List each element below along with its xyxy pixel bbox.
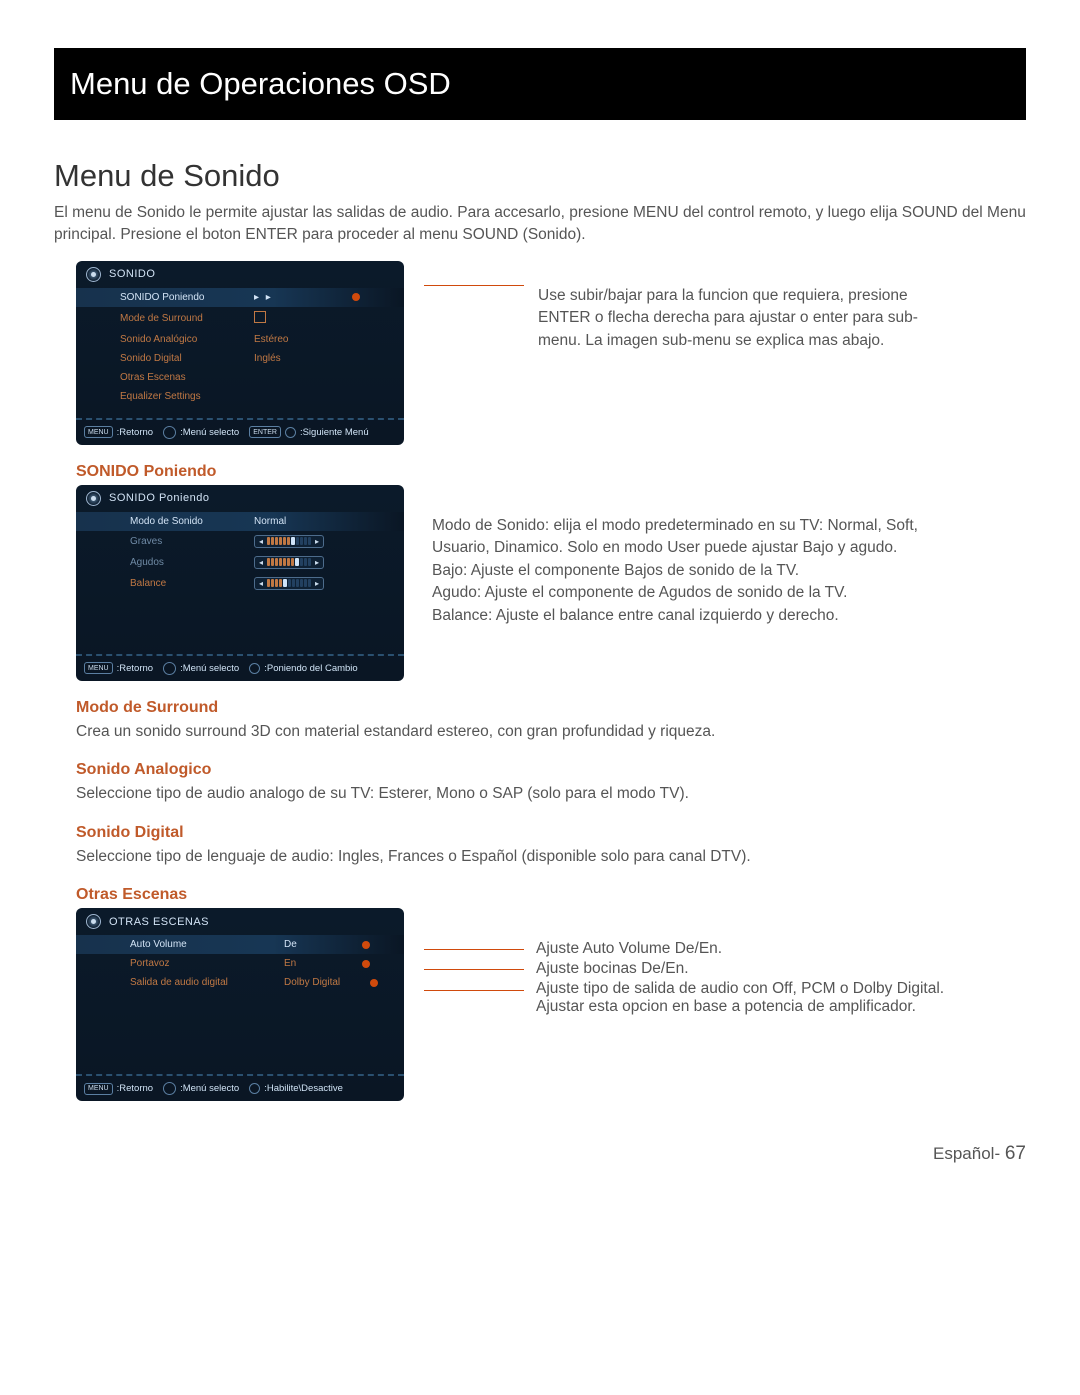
heading-poniendo: SONIDO Poniendo [76,463,1026,481]
menu-item-portavoz[interactable]: Portavoz En [76,954,404,973]
menu-item-digital[interactable]: Sonido Digital Inglés [76,349,404,368]
desc-surround: Crea un sonido surround 3D con material … [76,721,1026,743]
callout-dot [362,960,370,968]
panel-title: OTRAS ESCENAS [109,916,209,928]
speaker-icon [86,491,101,506]
slider-right-cap-icon: ▸ [313,579,321,588]
leftright-icon [249,663,260,674]
menu-item-salida-digital[interactable]: Salida de audio digital Dolby Digital [76,973,404,992]
panel-title: SONIDO Poniendo [109,492,209,504]
menu-item-auto-volume[interactable]: Auto Volume De [76,935,404,954]
osd-panel-header: OTRAS ESCENAS [76,908,404,935]
desc-digital: Seleccione tipo de lenguaje de audio: In… [76,846,1026,868]
menu-item-agudos[interactable]: Agudos ◂ ▸ [76,552,404,573]
page-title-band: Menu de Operaciones OSD [54,48,1026,120]
section-heading-main: Menu de Sonido [54,158,1026,194]
page-footer: Español- 67 [54,1143,1026,1165]
menu-pill-icon: MENU [84,1083,113,1095]
menu-pill-icon: MENU [84,662,113,674]
slider-balance[interactable]: ◂ ▸ [254,577,324,590]
callout-line [424,990,524,991]
menu-item-analogico[interactable]: Sonido Analógico Estéreo [76,330,404,349]
menu-item-modo-sonido[interactable]: Modo de Sonido Normal [76,512,404,531]
callout-dot [352,293,360,301]
panel2-note: Modo de Sonido: elija el modo predetermi… [432,515,952,627]
menu-item-surround[interactable]: Mode de Surround [76,307,404,330]
slider-right-cap-icon: ▸ [313,558,321,567]
slider-left-cap-icon: ◂ [257,579,265,588]
osd-panel-poniendo: SONIDO Poniendo Modo de Sonido Normal Gr… [76,485,404,681]
menu-pill-icon: MENU [84,426,113,438]
osd-panel-sonido: SONIDO SONIDO Poniendo ▸ ▸ Mode de Surro… [76,261,404,445]
heading-analogico: Sonido Analogico [76,761,1026,779]
footer-lang: Español- [933,1144,1000,1163]
slider-left-cap-icon: ◂ [257,537,265,546]
page-number: 67 [1005,1143,1026,1164]
speaker-icon [86,267,101,282]
enter-pill-icon: ENTER [249,426,281,438]
menu-item-graves[interactable]: Graves ◂ ▸ [76,531,404,552]
callout-dot [362,941,370,949]
callout-portavoz: Ajuste bocinas De/En. [536,960,689,978]
menu-item-balance[interactable]: Balance ◂ ▸ [76,573,404,594]
menu-item-sonido-poniendo[interactable]: SONIDO Poniendo ▸ ▸ [76,288,404,307]
right-arrow-icon [285,427,296,438]
callout-line [424,969,524,970]
callout-line [424,949,524,950]
panel-footer: MENU:Retorno :Menú selecto :Habilite\Des… [76,1074,404,1101]
osd-panel-header: SONIDO [76,261,404,288]
page-title: Menu de Operaciones OSD [70,66,451,101]
slider-agudos[interactable]: ◂ ▸ [254,556,324,569]
updown-icon [163,662,176,675]
panel-footer: MENU:Retorno :Menú selecto ENTER:Siguien… [76,418,404,445]
slider-left-cap-icon: ◂ [257,558,265,567]
panel1-note: Use subir/bajar para la funcion que requ… [538,285,958,352]
callout-dot [370,979,378,987]
osd-panel-otras: OTRAS ESCENAS Auto Volume De Portavoz En… [76,908,404,1101]
menu-item-equalizer[interactable]: Equalizer Settings [76,387,404,406]
panel-footer: MENU:Retorno :Menú selecto :Poniendo del… [76,654,404,681]
updown-icon [163,426,176,439]
panel-title: SONIDO [109,268,155,280]
osd-panel-header: SONIDO Poniendo [76,485,404,512]
slider-graves[interactable]: ◂ ▸ [254,535,324,548]
callout-line [424,285,524,286]
heading-surround: Modo de Surround [76,699,1026,717]
leftright-icon [249,1083,260,1094]
intro-paragraph: El menu de Sonido le permite ajustar las… [54,202,1026,247]
callout-salida-2: Ajustar esta opcion en base a potencia d… [536,998,944,1016]
heading-otras: Otras Escenas [76,886,1026,904]
updown-icon [163,1082,176,1095]
callout-autovolume: Ajuste Auto Volume De/En. [536,940,722,958]
slider-right-cap-icon: ▸ [313,537,321,546]
speaker-icon [86,914,101,929]
desc-analogico: Seleccione tipo de audio analogo de su T… [76,783,1026,805]
callout-salida-1: Ajuste tipo de salida de audio con Off, … [536,980,944,998]
menu-item-otras[interactable]: Otras Escenas [76,368,404,387]
heading-digital: Sonido Digital [76,824,1026,842]
box-icon [254,311,266,323]
